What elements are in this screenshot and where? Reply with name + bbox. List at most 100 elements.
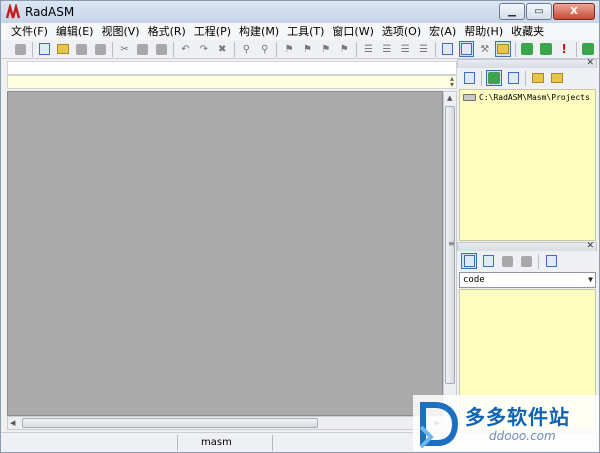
watermark: 多多软件站 ddooo.com xyxy=(413,395,599,451)
chevron-down-icon[interactable]: ▼ xyxy=(588,273,593,287)
drive-icon xyxy=(463,94,476,101)
exit-icon[interactable] xyxy=(581,41,596,57)
editor-vertical-scrollbar[interactable]: ▲ ≡ ▼ xyxy=(443,91,457,416)
watermark-url: ddooo.com xyxy=(489,429,556,443)
scroll-up-icon[interactable]: ▲ xyxy=(447,94,452,102)
tab-strip[interactable] xyxy=(7,61,457,75)
menu-tools[interactable]: 工具(T) xyxy=(283,23,328,40)
watermark-logo-icon xyxy=(417,397,461,452)
bookmark-next-icon[interactable]: ⚑ xyxy=(318,41,333,57)
menu-help[interactable]: 帮助(H) xyxy=(460,23,507,40)
title-bar[interactable]: RadASM ▁ ▭ X xyxy=(1,1,599,23)
undo-icon[interactable]: ↶ xyxy=(178,41,193,57)
horizontal-scroll-thumb[interactable] xyxy=(22,418,318,428)
menu-macro[interactable]: 宏(A) xyxy=(425,23,460,40)
close-button[interactable]: X xyxy=(553,3,595,20)
file-browser-icon[interactable] xyxy=(461,70,477,86)
project-path: C:\RadASM\Masm\Projects xyxy=(479,93,590,102)
properties-type-select[interactable]: code ▼ xyxy=(459,272,596,288)
panel-close-icon[interactable]: ✕ xyxy=(586,58,594,68)
radasm-logo-icon xyxy=(5,4,21,20)
indent-icon[interactable]: ☰ xyxy=(361,41,376,57)
menu-edit[interactable]: 编辑(E) xyxy=(52,23,98,40)
menu-favorites[interactable]: 收藏夹 xyxy=(507,23,548,40)
main-window: RadASM ▁ ▭ X 文件(F) 编辑(E) 视图(V) 格式(R) 工程(… xyxy=(0,0,600,453)
open-folder-icon[interactable] xyxy=(549,70,565,86)
menu-options[interactable]: 选项(O) xyxy=(378,23,425,40)
uncomment-icon[interactable]: ☰ xyxy=(416,41,431,57)
redo-icon[interactable]: ↷ xyxy=(196,41,211,57)
show-data-icon[interactable] xyxy=(480,253,496,269)
bookmark-icon[interactable]: ⚑ xyxy=(281,41,296,57)
project-tree-icon[interactable] xyxy=(486,70,502,86)
panel-close-icon[interactable]: ✕ xyxy=(586,241,594,251)
minimize-icon: ▁ xyxy=(508,6,516,17)
maximize-icon: ▭ xyxy=(534,6,544,17)
project-browser-icon[interactable] xyxy=(440,41,455,57)
project-group-icon[interactable] xyxy=(505,70,521,86)
toolbar-separator xyxy=(172,41,174,57)
toolbar-separator xyxy=(481,70,482,86)
paste-icon[interactable] xyxy=(153,41,168,57)
menu-format[interactable]: 格式(R) xyxy=(144,23,190,40)
find-next-icon[interactable]: ⚲ xyxy=(257,41,272,57)
list-item[interactable]: C:\RadASM\Masm\Projects xyxy=(460,90,595,102)
toolbar-separator xyxy=(538,253,539,269)
toolbar-separator xyxy=(111,41,113,57)
toolbar-separator xyxy=(525,70,526,86)
show-struct-icon[interactable] xyxy=(518,253,534,269)
toolbar-separator xyxy=(32,41,34,57)
watermark-title: 多多软件站 xyxy=(465,405,570,429)
menu-file[interactable]: 文件(F) xyxy=(7,23,52,40)
vertical-scroll-thumb[interactable]: ≡ xyxy=(445,106,455,384)
minimize-button[interactable]: ▁ xyxy=(499,3,525,20)
menu-build[interactable]: 构建(M) xyxy=(235,23,283,40)
find-bar[interactable]: ▴ ▾ xyxy=(7,75,457,89)
go-icon[interactable] xyxy=(538,41,553,57)
bookmark-clear-icon[interactable]: ⚑ xyxy=(337,41,352,57)
menu-window[interactable]: 窗口(W) xyxy=(328,23,377,40)
menu-bar: 文件(F) 编辑(E) 视图(V) 格式(R) 工程(P) 构建(M) 工具(T… xyxy=(1,23,599,40)
properties-icon[interactable] xyxy=(458,41,475,57)
editor-horizontal-scrollbar[interactable]: ◀ ▶ xyxy=(7,416,443,430)
show-code-icon[interactable] xyxy=(461,253,477,269)
bookmark-prev-icon[interactable]: ⚑ xyxy=(300,41,315,57)
toolbar-separator xyxy=(575,41,577,57)
menu-project[interactable]: 工程(P) xyxy=(190,23,235,40)
print-icon[interactable] xyxy=(13,41,28,57)
comment-icon[interactable]: ☰ xyxy=(398,41,413,57)
status-divider xyxy=(272,435,273,451)
window-title: RadASM xyxy=(25,5,75,19)
properties-type-value: code xyxy=(463,275,485,285)
new-file-icon[interactable] xyxy=(37,41,52,57)
editor-area[interactable] xyxy=(7,91,443,416)
status-assembler: masm xyxy=(201,437,232,448)
open-file-icon[interactable] xyxy=(56,41,71,57)
main-toolbar: ✂ ↶ ↷ ✖ ⚲ ⚲ ⚑ ⚑ ⚑ ⚑ ☰ ☰ ☰ ☰ ⚒ ! xyxy=(1,40,599,59)
add-folder-icon[interactable] xyxy=(530,70,546,86)
tools-icon[interactable]: ⚒ xyxy=(477,41,492,57)
toolbar-separator xyxy=(233,41,235,57)
save-all-icon[interactable] xyxy=(92,41,107,57)
project-panel-toolbar xyxy=(457,68,597,88)
save-icon[interactable] xyxy=(74,41,89,57)
scroll-left-icon[interactable]: ◀ xyxy=(10,419,15,427)
properties-panel-toolbar xyxy=(457,251,597,271)
toolbar-separator xyxy=(355,41,357,57)
menu-view[interactable]: 视图(V) xyxy=(97,23,143,40)
maximize-button[interactable]: ▭ xyxy=(526,3,552,20)
spin-arrows-icon[interactable]: ▴ ▾ xyxy=(450,75,454,89)
cut-icon[interactable]: ✂ xyxy=(117,41,132,57)
build-icon[interactable] xyxy=(520,41,535,57)
show-const-icon[interactable] xyxy=(499,253,515,269)
project-tree[interactable]: C:\RadASM\Masm\Projects xyxy=(459,89,596,241)
run-icon[interactable]: ! xyxy=(556,41,571,57)
toolbar-separator xyxy=(276,41,278,57)
output-icon[interactable] xyxy=(495,41,511,57)
copy-icon[interactable] xyxy=(135,41,150,57)
refresh-icon[interactable] xyxy=(543,253,559,269)
find-icon[interactable]: ⚲ xyxy=(239,41,254,57)
grip-icon: ≡ xyxy=(448,239,455,248)
outdent-icon[interactable]: ☰ xyxy=(379,41,394,57)
delete-icon[interactable]: ✖ xyxy=(214,41,229,57)
